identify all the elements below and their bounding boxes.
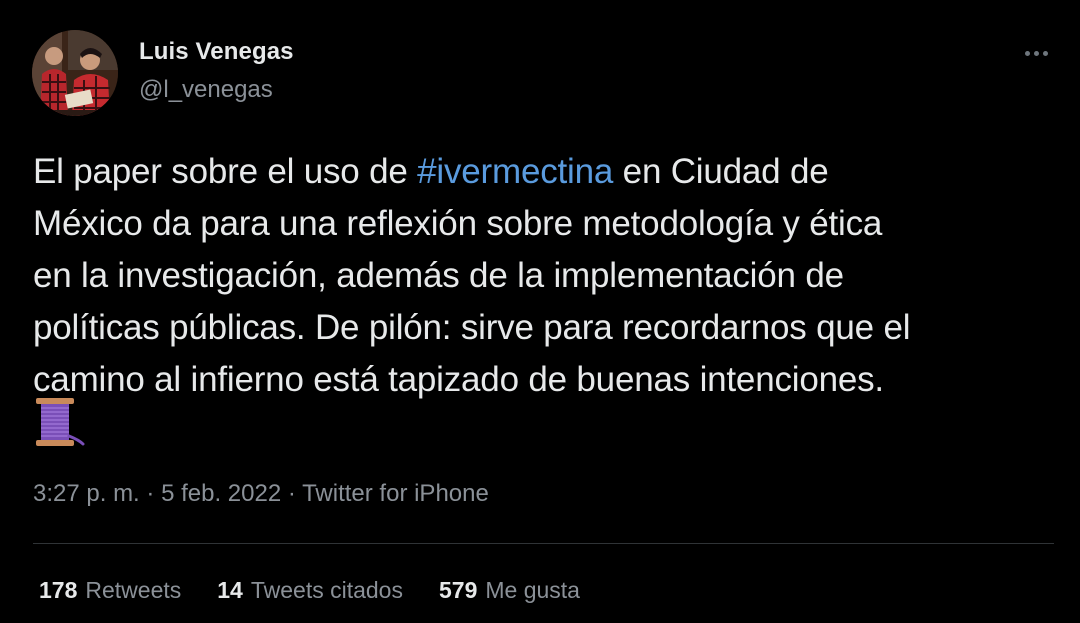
tweet-stats: 178 Retweets 14 Tweets citados 579 Me gusta <box>39 577 616 604</box>
tweet-time[interactable]: 3:27 p. m. <box>33 480 140 507</box>
likes-label: Me gusta <box>485 577 580 603</box>
tweet-text: El paper sobre el uso de #ivermectina en… <box>33 146 1063 406</box>
quote-tweets-label: Tweets citados <box>250 577 403 603</box>
quote-tweets-stat[interactable]: 14 Tweets citados <box>217 577 403 604</box>
avatar-photo <box>32 30 118 116</box>
tweet-card: Luis Venegas @l_venegas El paper sobre e… <box>0 0 1080 623</box>
user-handle[interactable]: @l_venegas <box>139 76 273 104</box>
tweet-line-5: camino al infierno está tapizado de buen… <box>33 360 884 399</box>
more-dots-icon <box>1024 50 1030 56</box>
more-dot <box>1033 50 1039 56</box>
retweets-label: Retweets <box>85 577 182 603</box>
meta-separator: · <box>281 480 303 507</box>
likes-stat[interactable]: 579 Me gusta <box>439 577 580 604</box>
tweet-text-segment: El paper sobre el uso de <box>33 152 418 191</box>
tweet-metadata: 3:27 p. m. · 5 feb. 2022 · Twitter for i… <box>33 480 489 508</box>
display-name[interactable]: Luis Venegas <box>139 38 294 66</box>
more-dot <box>1042 50 1048 56</box>
thread-spool-icon <box>33 396 87 450</box>
tweet-line-1: El paper sobre el uso de #ivermectina en… <box>33 146 1063 198</box>
meta-separator: · <box>139 480 162 507</box>
quote-tweets-count: 14 <box>217 577 243 603</box>
tweet-line-4: políticas públicas. De pilón: sirve para… <box>33 308 911 347</box>
divider <box>33 543 1054 544</box>
avatar[interactable] <box>32 30 118 116</box>
tweet-source[interactable]: Twitter for iPhone <box>302 480 489 507</box>
tweet-line-3: en la investigación, además de la implem… <box>33 256 844 295</box>
tweet-date[interactable]: 5 feb. 2022 <box>161 480 281 507</box>
hashtag-link[interactable]: #ivermectina <box>417 152 613 191</box>
tweet-text-segment: en Ciudad de <box>613 152 829 191</box>
retweets-count: 178 <box>39 577 78 603</box>
likes-count: 579 <box>438 577 478 603</box>
retweets-stat[interactable]: 178 Retweets <box>39 577 181 604</box>
tweet-line-2: México da para una reflexión sobre metod… <box>33 204 883 243</box>
more-options-button[interactable] <box>1014 36 1058 70</box>
